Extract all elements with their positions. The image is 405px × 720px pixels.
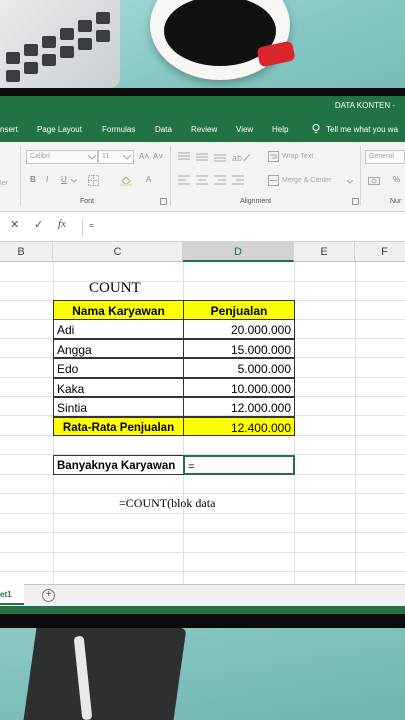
add-sheet-icon[interactable]: + (42, 589, 55, 602)
number-format-select[interactable]: General (365, 150, 405, 164)
table-row-name[interactable]: Angga (53, 338, 184, 358)
tab-review[interactable]: Review (191, 125, 217, 134)
tab-help[interactable]: Help (272, 125, 288, 134)
chevron-down-icon (71, 179, 77, 183)
formula-bar: ✕ ✓ fx = (0, 212, 405, 242)
tab-data[interactable]: Data (155, 125, 172, 134)
cancel-icon[interactable]: ✕ (10, 218, 19, 231)
alignment-dialog-launcher[interactable] (352, 198, 359, 205)
shrink-font-button[interactable]: A˅ (153, 152, 163, 161)
tell-me-text: Tell me what you wa (326, 125, 399, 134)
header-penjualan[interactable]: Penjualan (183, 300, 295, 320)
tab-view[interactable]: View (236, 125, 253, 134)
ribbon-separator (360, 146, 361, 206)
laptop-image (0, 0, 120, 88)
fill-color-icon[interactable] (120, 175, 132, 186)
bold-button[interactable]: B (30, 175, 36, 184)
column-header-e[interactable]: E (294, 242, 355, 262)
font-color-button[interactable]: A (146, 175, 151, 184)
clipboard-fragment: ter (0, 180, 9, 187)
column-header-b[interactable]: B (0, 242, 53, 262)
document-title: DATA KONTEN - (334, 101, 395, 110)
grow-font-button[interactable]: A˄ (139, 152, 149, 161)
table-row-sales[interactable]: 20.000.000 (183, 319, 295, 339)
worksheet-grid: B C D E F COUNT Nama Karyawan Penjualan … (0, 242, 405, 584)
wrap-text-button[interactable]: Wrap Text (282, 153, 313, 160)
merge-center-icon (268, 175, 279, 186)
insert-function-icon[interactable]: fx (58, 218, 66, 230)
vertical-align-icons[interactable] (178, 152, 238, 162)
ribbon-separator (20, 146, 21, 206)
column-header-d[interactable]: D (183, 242, 294, 262)
header-nama-karyawan[interactable]: Nama Karyawan (53, 300, 184, 320)
tab-formulas[interactable]: Formulas (102, 125, 135, 134)
table-row-name[interactable]: Edo (53, 358, 184, 378)
chevron-down-icon (347, 180, 353, 184)
average-value[interactable]: 12.400.000 (183, 416, 295, 436)
notebook-image (23, 628, 187, 720)
count-label[interactable]: Banyaknya Karyawan (53, 455, 184, 475)
excel-title-bar: DATA KONTEN - (0, 96, 405, 118)
currency-format-icon[interactable] (368, 175, 382, 186)
borders-icon[interactable] (88, 175, 100, 186)
percent-button[interactable]: % (393, 175, 400, 184)
ribbon-tabs: nsert Page Layout Formulas Data Review V… (0, 118, 405, 142)
italic-button[interactable]: I (46, 175, 48, 184)
table-row-sales[interactable]: 5.000.000 (183, 358, 295, 378)
svg-text:ab: ab (232, 153, 242, 163)
sheet-tab-sheet1[interactable]: et1 (0, 584, 24, 605)
monitor-bezel-top (0, 88, 405, 96)
column-header-c[interactable]: C (53, 242, 183, 262)
horizontal-align-icons[interactable] (178, 175, 258, 186)
tab-page-layout[interactable]: Page Layout (37, 125, 82, 134)
table-row-sales[interactable]: 10.000.000 (183, 377, 295, 397)
ribbon-separator (170, 146, 171, 206)
orientation-icon[interactable]: ab (232, 151, 252, 163)
merge-center-button[interactable]: Merge & Center (282, 177, 331, 184)
table-row-name[interactable]: Adi (53, 319, 184, 339)
table-row-name[interactable]: Sintia (53, 397, 184, 417)
chevron-down-icon (88, 155, 96, 160)
font-group-label: Font (80, 198, 95, 205)
count-value-active-cell[interactable]: = (183, 455, 295, 475)
table-row-sales[interactable]: 12.000.000 (183, 397, 295, 417)
alignment-group-label: Alignment (240, 198, 272, 205)
average-label[interactable]: Rata-Rata Penjualan (53, 416, 184, 436)
ribbon-home: ter Calibri 11 A˄ A˅ B I U A Font ab Wra… (0, 142, 405, 212)
wrap-text-icon (268, 151, 279, 162)
font-dialog-launcher[interactable] (160, 198, 167, 205)
tell-me-search[interactable]: Tell me what you wa (312, 124, 398, 134)
column-header-f[interactable]: F (355, 242, 405, 262)
tab-insert[interactable]: nsert (0, 125, 18, 134)
lightbulb-icon (312, 124, 320, 133)
sheet-title[interactable]: COUNT (86, 278, 186, 298)
monitor-bezel-bottom (0, 614, 405, 628)
status-bar (0, 606, 405, 614)
enter-icon[interactable]: ✓ (34, 218, 43, 231)
table-row-name[interactable]: Kaka (53, 377, 184, 397)
chevron-down-icon (123, 155, 131, 160)
table-row-sales[interactable]: 15.000.000 (183, 338, 295, 358)
formula-hint-note: =COUNT(blok data (119, 496, 216, 510)
formula-input[interactable]: = (82, 218, 405, 236)
sheet-tabs-bar: et1 + (0, 584, 405, 606)
underline-button[interactable]: U (61, 175, 67, 184)
number-group-label: Nur (390, 198, 402, 205)
